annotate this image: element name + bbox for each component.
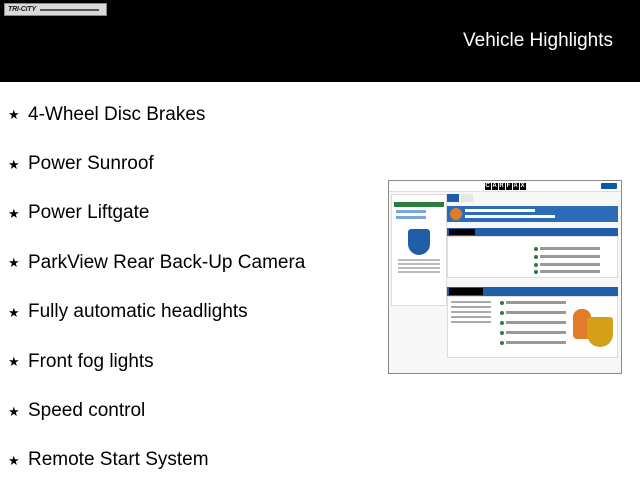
star-icon: ★: [8, 205, 20, 221]
carfax-report-image[interactable]: C A R F A X: [388, 180, 622, 374]
star-icon: ★: [8, 354, 20, 370]
feature-item: ★ Remote Start System: [8, 436, 305, 485]
feature-label: Remote Start System: [28, 449, 209, 471]
feature-item: ★ Power Sunroof: [8, 139, 305, 188]
feature-item: ★ Fully automatic headlights: [8, 288, 305, 337]
report-sidebar: [391, 194, 447, 306]
feature-label: Front fog lights: [28, 350, 154, 372]
feature-label: Power Sunroof: [28, 153, 154, 175]
feature-label: Fully automatic headlights: [28, 301, 248, 323]
fox-mascot-icon: [450, 208, 462, 220]
report-main: [447, 194, 618, 372]
carfax-logo: C A R F A X: [484, 182, 526, 190]
feature-item: ★ Power Liftgate: [8, 189, 305, 238]
dealer-logo[interactable]: TRI-CITY: [4, 3, 107, 16]
feature-label: ParkView Rear Back-Up Camera: [28, 251, 306, 273]
shield-badge-icon: [587, 317, 613, 347]
history-report-header: [447, 287, 618, 296]
star-icon: ★: [8, 255, 20, 271]
feature-label: Speed control: [28, 400, 146, 422]
feature-item: ★ ParkView Rear Back-Up Camera: [8, 238, 305, 287]
star-icon: ★: [8, 156, 20, 172]
feature-item: ★ Front fog lights: [8, 337, 305, 386]
page-title: Vehicle Highlights: [463, 30, 613, 51]
print-button: [601, 183, 617, 189]
star-icon: ★: [8, 403, 20, 419]
feature-list: ★ 4-Wheel Disc Brakes ★ Power Sunroof ★ Pow…: [8, 90, 305, 485]
shield-badge-icon: [408, 229, 430, 255]
star-icon: ★: [8, 304, 20, 320]
feature-item: ★ Speed control: [8, 386, 305, 435]
star-icon: ★: [8, 107, 20, 123]
accident-info-banner: [447, 206, 618, 222]
value-report-header: [447, 228, 618, 236]
feature-item: ★ 4-Wheel Disc Brakes: [8, 90, 305, 139]
feature-label: Power Liftgate: [28, 202, 150, 224]
page-header: TRI-CITY Vehicle Highlights: [0, 0, 640, 82]
feature-label: 4-Wheel Disc Brakes: [28, 103, 206, 125]
dealer-logo-text: TRI-CITY: [8, 6, 36, 13]
star-icon: ★: [8, 452, 20, 468]
